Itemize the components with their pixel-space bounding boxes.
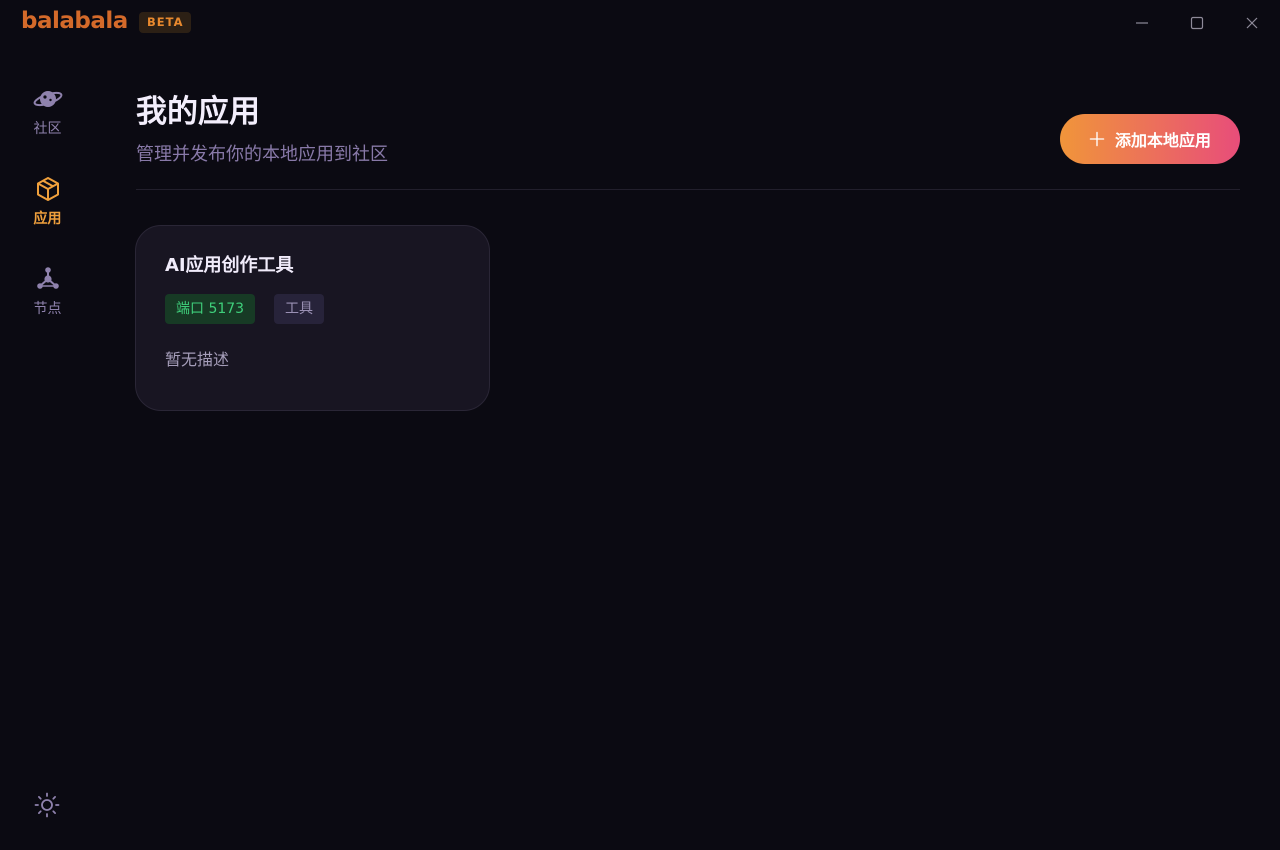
- cube-icon: [33, 174, 63, 204]
- title-bar: balabala BETA: [0, 0, 1280, 46]
- theme-toggle-button[interactable]: [33, 791, 61, 819]
- port-tag: 端口 5173: [165, 294, 256, 324]
- app-card[interactable]: AI应用创作工具 端口 5173 工具 暂无描述: [135, 225, 490, 411]
- maximize-button[interactable]: [1186, 12, 1208, 34]
- add-local-app-button[interactable]: 添加本地应用: [1060, 114, 1240, 164]
- sidebar-item-apps[interactable]: 应用: [0, 174, 95, 236]
- minimize-button[interactable]: [1131, 12, 1153, 34]
- beta-badge: BETA: [139, 12, 192, 33]
- app-card-description: 暂无描述: [165, 350, 230, 369]
- sidebar-item-community[interactable]: 社区: [0, 84, 95, 146]
- maximize-icon: [1190, 16, 1204, 30]
- app-logo: balabala: [21, 8, 128, 34]
- nodes-icon: [33, 264, 63, 294]
- header-divider: [136, 189, 1240, 190]
- planet-icon: [33, 84, 63, 114]
- app-card-title: AI应用创作工具: [165, 255, 294, 276]
- sidebar: 社区 应用 节点: [0, 46, 95, 850]
- close-button[interactable]: [1241, 12, 1263, 34]
- type-tag: 工具: [274, 294, 324, 324]
- minimize-icon: [1136, 22, 1148, 24]
- add-button-label: 添加本地应用: [1114, 131, 1211, 150]
- close-icon: [1246, 17, 1258, 29]
- sidebar-item-label: 应用: [33, 211, 62, 227]
- sidebar-item-label: 社区: [33, 121, 62, 137]
- page-subtitle: 管理并发布你的本地应用到社区: [136, 144, 388, 165]
- sidebar-item-label: 节点: [33, 301, 62, 317]
- page-title: 我的应用: [136, 94, 260, 130]
- plus-icon: [1089, 131, 1105, 147]
- sidebar-item-nodes[interactable]: 节点: [0, 264, 95, 326]
- sun-icon: [34, 792, 60, 818]
